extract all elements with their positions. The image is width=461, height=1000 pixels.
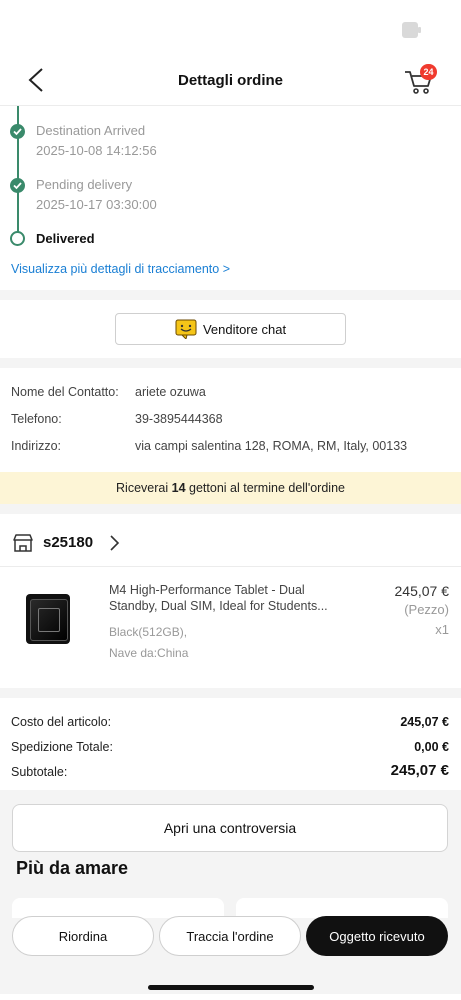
step-time: 2025-10-17 03:30:00 — [36, 197, 157, 212]
open-dispute-label: Apri una controversia — [163, 820, 297, 836]
contact-name-label: Nome del Contatto: — [11, 385, 119, 399]
seller-chat-label: Venditore chat — [202, 321, 287, 337]
contact-phone-value: 39-3895444368 — [135, 412, 223, 426]
tokens-banner: Riceverai 14 gettoni al termine dell'ord… — [0, 472, 461, 504]
store-icon — [13, 534, 33, 552]
reorder-label: Riordina — [58, 928, 108, 944]
product-unit: (Pezzo) — [404, 602, 449, 617]
shop-row[interactable]: s25180 — [12, 530, 162, 556]
shipping-label: Spedizione Totale: — [11, 740, 113, 754]
open-dispute-button[interactable]: Apri una controversia — [12, 804, 448, 852]
section-divider — [0, 290, 461, 300]
item-cost-label: Costo del articolo: — [11, 715, 112, 729]
step-label: Destination Arrived — [36, 123, 146, 138]
section-divider — [0, 688, 461, 698]
item-received-label: Oggetto ricevuto — [329, 928, 425, 944]
shipping-value: 0,00 € — [414, 740, 449, 754]
track-order-label: Traccia l'ordine — [186, 928, 274, 944]
battery-icon — [402, 22, 418, 38]
item-cost-value: 245,07 € — [400, 715, 449, 729]
step-label: Pending delivery — [36, 177, 133, 192]
step-check-icon — [10, 178, 25, 193]
product-image[interactable] — [26, 594, 70, 644]
contact-phone-label: Telefono: — [11, 412, 62, 426]
section-divider — [0, 504, 461, 514]
contact-address-label: Indirizzo: — [11, 439, 62, 453]
product-ship-from: Nave da:China — [109, 646, 189, 660]
shop-divider — [0, 566, 461, 567]
item-received-button[interactable]: Oggetto ricevuto — [306, 916, 448, 956]
tokens-suffix: gettoni al termine dell'ordine — [189, 481, 345, 495]
page-title: Dettagli ordine — [177, 72, 283, 89]
track-order-button[interactable]: Traccia l'ordine — [159, 916, 301, 956]
tokens-count: 14 — [171, 481, 186, 495]
tokens-prefix: Riceverai — [116, 481, 169, 495]
battery-tip — [418, 27, 421, 33]
more-to-love-heading: Più da amare — [16, 858, 129, 878]
step-check-icon — [10, 124, 25, 139]
step-label-current: Delivered — [36, 231, 95, 246]
product-price: 245,07 € — [394, 583, 450, 599]
product-title-line1[interactable]: M4 High-Performance Tablet - Dual — [109, 583, 305, 597]
chevron-right-icon — [110, 535, 120, 551]
section-divider — [0, 358, 461, 368]
home-indicator — [148, 985, 314, 990]
chat-icon — [175, 319, 197, 339]
recommendation-card[interactable] — [236, 898, 448, 918]
cart-badge: 24 — [420, 64, 437, 80]
reorder-button[interactable]: Riordina — [12, 916, 154, 956]
header-divider — [0, 105, 461, 106]
product-qty: x1 — [435, 622, 449, 637]
shop-name: s25180 — [43, 534, 94, 551]
step-current-icon — [10, 231, 25, 246]
subtotal-label: Subtotale: — [11, 765, 68, 779]
contact-name-value: ariete ozuwa — [135, 385, 206, 399]
subtotal-value: 245,07 € — [390, 762, 449, 779]
step-time: 2025-10-08 14:12:56 — [36, 143, 157, 158]
product-variant: Black(512GB), — [109, 625, 188, 639]
recommendation-card[interactable] — [12, 898, 224, 918]
seller-chat-button[interactable]: Venditore chat — [115, 313, 346, 345]
contact-address-value: via campi salentina 128, ROMA, RM, Italy… — [135, 439, 408, 453]
tracking-details-link[interactable]: Visualizza più dettagli di tracciamento … — [11, 262, 230, 276]
product-title-line2[interactable]: Standby, Dual SIM, Ideal for Students... — [109, 599, 328, 613]
